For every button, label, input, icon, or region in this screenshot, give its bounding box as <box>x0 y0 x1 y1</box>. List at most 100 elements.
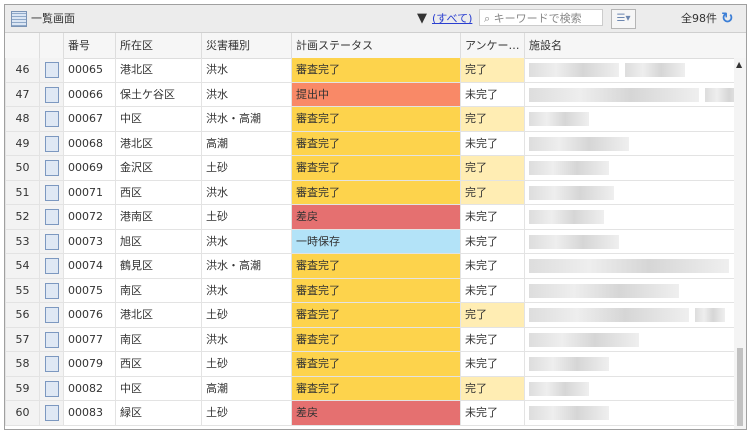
detail-icon[interactable] <box>39 156 63 181</box>
column-menu-button[interactable]: ☰▾ <box>611 9 636 29</box>
filter-icon[interactable]: ▼ <box>417 5 427 32</box>
search-input[interactable]: ⌕ キーワードで検索 <box>479 9 603 26</box>
facility-name-cell <box>524 205 734 230</box>
scrollbar-thumb[interactable] <box>737 348 743 426</box>
survey-cell: 完了 <box>460 156 524 181</box>
detail-icon[interactable] <box>39 205 63 230</box>
header-icon <box>39 33 63 58</box>
ward-cell: 中区 <box>115 107 201 132</box>
disaster-type-cell: 洪水 <box>201 82 291 107</box>
table-row[interactable]: 54 00074 鶴見区 洪水・高潮 審査完了 未完了 <box>5 254 734 279</box>
number-cell: 00083 <box>63 401 115 426</box>
header-ward[interactable]: 所在区 <box>115 33 201 58</box>
number-cell: 00071 <box>63 180 115 205</box>
redacted-text <box>529 308 689 322</box>
form-icon[interactable] <box>45 307 59 323</box>
table-row[interactable]: 56 00076 港北区 土砂 審査完了 完了 <box>5 303 734 328</box>
redacted-text <box>529 406 609 420</box>
table-row[interactable]: 47 00066 保土ケ谷区 洪水 提出中 未完了 <box>5 82 745 107</box>
detail-icon[interactable] <box>39 229 63 254</box>
table-row[interactable]: 49 00068 港北区 高潮 審査完了 未完了 <box>5 131 734 156</box>
detail-icon[interactable] <box>39 352 63 377</box>
detail-icon[interactable] <box>39 82 63 107</box>
form-icon[interactable] <box>45 380 59 397</box>
row-number: 58 <box>5 352 39 377</box>
plan-status-cell: 差戻 <box>291 401 460 426</box>
form-icon[interactable] <box>45 331 59 348</box>
number-cell: 00076 <box>63 303 115 328</box>
ward-cell: 保土ケ谷区 <box>115 82 201 107</box>
disaster-type-cell: 洪水・高潮 <box>201 254 291 279</box>
detail-icon[interactable] <box>39 107 63 132</box>
detail-icon[interactable] <box>39 278 63 303</box>
disaster-type-cell: 高潮 <box>201 131 291 156</box>
search-icon: ⌕ <box>484 12 491 25</box>
number-cell: 00067 <box>63 107 115 132</box>
table-row[interactable]: 52 00072 港南区 土砂 差戻 未完了 <box>5 205 734 230</box>
survey-cell: 完了 <box>460 180 524 205</box>
plan-status-cell: 審査完了 <box>291 107 460 132</box>
table-row[interactable]: 57 00077 南区 洪水 審査完了 未完了 <box>5 327 734 352</box>
redacted-text <box>695 308 725 322</box>
table-row[interactable]: 59 00082 中区 高潮 審査完了 完了 <box>5 376 734 401</box>
redacted-text <box>529 332 639 347</box>
row-number: 50 <box>5 156 39 181</box>
ward-cell: 港南区 <box>115 205 201 230</box>
form-icon[interactable] <box>45 258 59 274</box>
form-icon[interactable] <box>45 160 59 176</box>
table-row[interactable]: 53 00073 旭区 洪水 一時保存 未完了 <box>5 229 734 254</box>
scrollbar[interactable]: ▲ <box>734 58 746 429</box>
form-icon[interactable] <box>45 405 59 421</box>
table-row[interactable]: 58 00079 西区 土砂 審査完了 未完了 <box>5 352 734 377</box>
form-icon[interactable] <box>45 209 59 225</box>
form-icon[interactable] <box>45 111 59 127</box>
detail-icon[interactable] <box>39 58 63 83</box>
filter-link[interactable]: (すべて) <box>432 5 472 32</box>
header-number[interactable]: 番号 <box>63 33 115 58</box>
form-icon[interactable] <box>45 184 59 201</box>
survey-cell: 未完了 <box>460 131 524 156</box>
facility-name-cell <box>524 278 734 303</box>
grid-icon <box>11 11 27 27</box>
header-disaster-type[interactable]: 災害種別 <box>201 33 291 58</box>
detail-icon[interactable] <box>39 254 63 279</box>
detail-icon[interactable] <box>39 376 63 401</box>
plan-status-cell: 審査完了 <box>291 352 460 377</box>
number-cell: 00074 <box>63 254 115 279</box>
detail-icon[interactable] <box>39 327 63 352</box>
detail-icon[interactable] <box>39 131 63 156</box>
form-icon[interactable] <box>45 86 59 103</box>
table-row[interactable]: 48 00067 中区 洪水・高潮 審査完了 完了 <box>5 107 734 132</box>
header-survey[interactable]: アンケー… <box>460 33 524 58</box>
survey-cell: 未完了 <box>460 278 524 303</box>
refresh-icon[interactable]: ↻ <box>721 5 734 32</box>
disaster-type-cell: 洪水 <box>201 229 291 254</box>
table-row[interactable]: 51 00071 西区 洪水 審査完了 完了 <box>5 180 734 205</box>
redacted-text <box>529 185 614 200</box>
table-row[interactable]: 50 00069 金沢区 土砂 審査完了 完了 <box>5 156 734 181</box>
table-row[interactable]: 46 00065 港北区 洪水 審査完了 完了 <box>5 58 734 83</box>
plan-status-cell: 審査完了 <box>291 327 460 352</box>
table-row[interactable]: 60 00083 緑区 土砂 差戻 未完了 <box>5 401 734 426</box>
redacted-text <box>529 283 679 298</box>
survey-cell: 未完了 <box>460 401 524 426</box>
detail-icon[interactable] <box>39 303 63 328</box>
detail-icon[interactable] <box>39 180 63 205</box>
form-icon[interactable] <box>45 233 59 250</box>
survey-cell: 完了 <box>460 376 524 401</box>
plan-status-cell: 審査完了 <box>291 180 460 205</box>
header-facility-name[interactable]: 施設名 <box>524 33 746 58</box>
form-icon[interactable] <box>45 282 59 299</box>
form-icon[interactable] <box>45 62 59 78</box>
facility-name-cell <box>524 303 734 328</box>
facility-name-cell <box>524 327 734 352</box>
ward-cell: 西区 <box>115 352 201 377</box>
table-row[interactable]: 55 00075 南区 洪水 審査完了 未完了 <box>5 278 734 303</box>
scroll-up-icon[interactable]: ▲ <box>736 60 742 69</box>
plan-status-cell: 審査完了 <box>291 376 460 401</box>
header-plan-status[interactable]: 計画ステータス <box>291 33 460 58</box>
form-icon[interactable] <box>45 135 59 152</box>
number-cell: 00068 <box>63 131 115 156</box>
form-icon[interactable] <box>45 356 59 372</box>
detail-icon[interactable] <box>39 401 63 426</box>
